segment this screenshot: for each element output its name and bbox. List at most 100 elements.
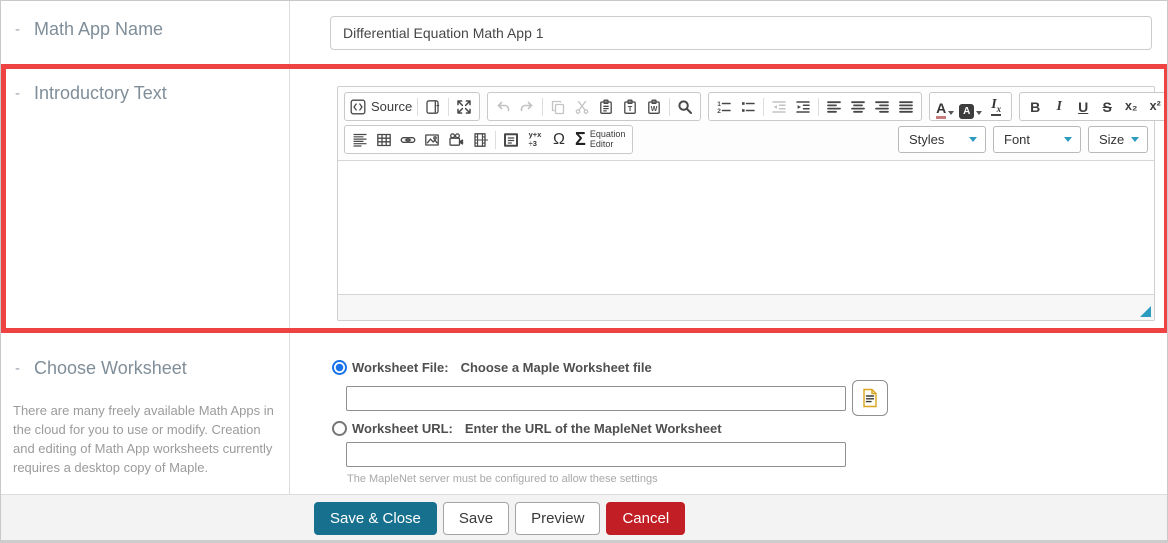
font-dropdown-label: Font — [1004, 132, 1030, 147]
source-icon — [350, 99, 366, 115]
worksheet-url-hint: Enter the URL of the MapleNet Worksheet — [465, 421, 722, 436]
templates-button[interactable] — [421, 95, 445, 119]
redo-button[interactable] — [515, 95, 539, 119]
align-left-button[interactable] — [822, 95, 846, 119]
chevron-down-icon — [969, 137, 977, 142]
source-button-label: Source — [371, 99, 412, 114]
strikethrough-icon: S — [1103, 100, 1112, 114]
worksheet-url-radio[interactable] — [332, 421, 347, 436]
numbered-list-icon: 1 2 — [716, 99, 732, 115]
bulleted-list-icon — [740, 99, 756, 115]
search-icon — [677, 99, 693, 115]
table-button[interactable] — [372, 128, 396, 152]
worksheet-file-option[interactable]: Worksheet File: Choose a Maple Worksheet… — [332, 360, 652, 375]
flash-icon — [448, 132, 464, 148]
subscript-button[interactable]: x₂ — [1119, 95, 1143, 119]
text-color-button[interactable]: A — [933, 95, 957, 119]
worksheet-file-input[interactable] — [346, 386, 846, 411]
toolbar-separator — [417, 98, 418, 116]
svg-text:1: 1 — [718, 100, 722, 107]
align-center-icon — [850, 99, 866, 115]
maplenet-note: The MapleNet server must be configured t… — [347, 473, 658, 485]
choose-worksheet-label-cell: - Choose Worksheet There are many freely… — [1, 332, 290, 494]
worksheet-url-input[interactable] — [346, 442, 846, 467]
remove-format-button[interactable]: Ix — [984, 95, 1008, 119]
collapse-marker-icon[interactable]: - — [15, 21, 20, 38]
worksheet-url-option[interactable]: Worksheet URL: Enter the URL of the Mapl… — [332, 421, 722, 436]
save-and-close-button[interactable]: Save & Close — [314, 502, 437, 535]
editor-status-bar — [338, 294, 1154, 320]
math-app-name-input[interactable] — [330, 16, 1152, 50]
toolbar-separator — [448, 98, 449, 116]
choose-worksheet-row: - Choose Worksheet There are many freely… — [1, 332, 1167, 494]
link-button[interactable] — [396, 128, 420, 152]
footer-bar: Save & Close Save Preview Cancel — [1, 494, 1167, 540]
choose-worksheet-content-cell: Worksheet File: Choose a Maple Worksheet… — [290, 332, 1167, 494]
align-right-button[interactable] — [870, 95, 894, 119]
numbered-list-button[interactable]: 1 2 — [712, 95, 736, 119]
paste-icon — [598, 99, 614, 115]
video-icon — [472, 132, 488, 148]
superscript-button[interactable]: x² — [1143, 95, 1167, 119]
find-button[interactable] — [673, 95, 697, 119]
introductory-text-label: Introductory Text — [34, 83, 167, 104]
align-center-button[interactable] — [846, 95, 870, 119]
font-dropdown[interactable]: Font — [993, 126, 1081, 153]
increase-indent-button[interactable] — [791, 95, 815, 119]
toolbar-separator — [763, 98, 764, 116]
collapse-marker-icon[interactable]: - — [15, 85, 20, 102]
flash-button[interactable] — [444, 128, 468, 152]
italic-button[interactable]: I — [1047, 95, 1071, 119]
bold-button[interactable]: B — [1023, 95, 1047, 119]
worksheet-file-hint: Choose a Maple Worksheet file — [461, 360, 652, 375]
maximize-icon — [456, 99, 472, 115]
styles-dropdown[interactable]: Styles — [898, 126, 986, 153]
paste-button[interactable] — [594, 95, 618, 119]
math-app-editor-page: - Math App Name - Introductory Text — [0, 0, 1168, 543]
image-button[interactable] — [420, 128, 444, 152]
editor-toolbar: Source — [338, 87, 1154, 161]
text-color-icon: A — [936, 101, 946, 119]
paste-from-word-button[interactable]: W — [642, 95, 666, 119]
underline-button[interactable]: U — [1071, 95, 1095, 119]
size-dropdown[interactable]: Size — [1088, 126, 1148, 153]
background-color-button[interactable]: A — [957, 95, 984, 119]
cut-button[interactable] — [570, 95, 594, 119]
image-icon — [424, 132, 440, 148]
save-button[interactable]: Save — [443, 502, 509, 535]
table-icon — [376, 132, 392, 148]
resize-handle-icon[interactable] — [1140, 306, 1151, 317]
math-icon: y+x÷3 — [529, 131, 542, 148]
copy-button[interactable] — [546, 95, 570, 119]
worksheet-file-radio[interactable] — [332, 360, 347, 375]
special-character-button[interactable]: Ω — [547, 128, 571, 152]
underline-icon: U — [1078, 100, 1088, 114]
editor-content-area[interactable] — [338, 161, 1154, 294]
styles-dropdown-label: Styles — [909, 132, 944, 147]
toolbar-separator — [542, 98, 543, 116]
video-button[interactable] — [468, 128, 492, 152]
maximize-button[interactable] — [452, 95, 476, 119]
strikethrough-button[interactable]: S — [1095, 95, 1119, 119]
preview-button[interactable]: Preview — [515, 502, 600, 535]
decrease-indent-button[interactable] — [767, 95, 791, 119]
math-button[interactable]: y+x÷3 — [523, 128, 547, 152]
remove-format-icon: Ix — [991, 97, 1001, 117]
browse-file-button[interactable] — [852, 380, 888, 416]
horizontal-line-button[interactable] — [348, 128, 372, 152]
paste-plain-text-button[interactable]: T — [618, 95, 642, 119]
toolbar-group-paragraph: 1 2 — [708, 92, 922, 121]
align-right-icon — [874, 99, 890, 115]
source-button[interactable]: Source — [348, 95, 414, 119]
chevron-down-icon — [948, 111, 954, 115]
equation-editor-button[interactable]: Σ EquationEditor — [571, 129, 629, 150]
outdent-icon — [771, 99, 787, 115]
justify-button[interactable] — [894, 95, 918, 119]
bulleted-list-button[interactable] — [736, 95, 760, 119]
cancel-button[interactable]: Cancel — [606, 502, 685, 535]
templates-icon — [425, 99, 441, 115]
link-icon — [400, 132, 416, 148]
iframe-button[interactable] — [499, 128, 523, 152]
collapse-marker-icon[interactable]: - — [15, 360, 20, 377]
undo-button[interactable] — [491, 95, 515, 119]
